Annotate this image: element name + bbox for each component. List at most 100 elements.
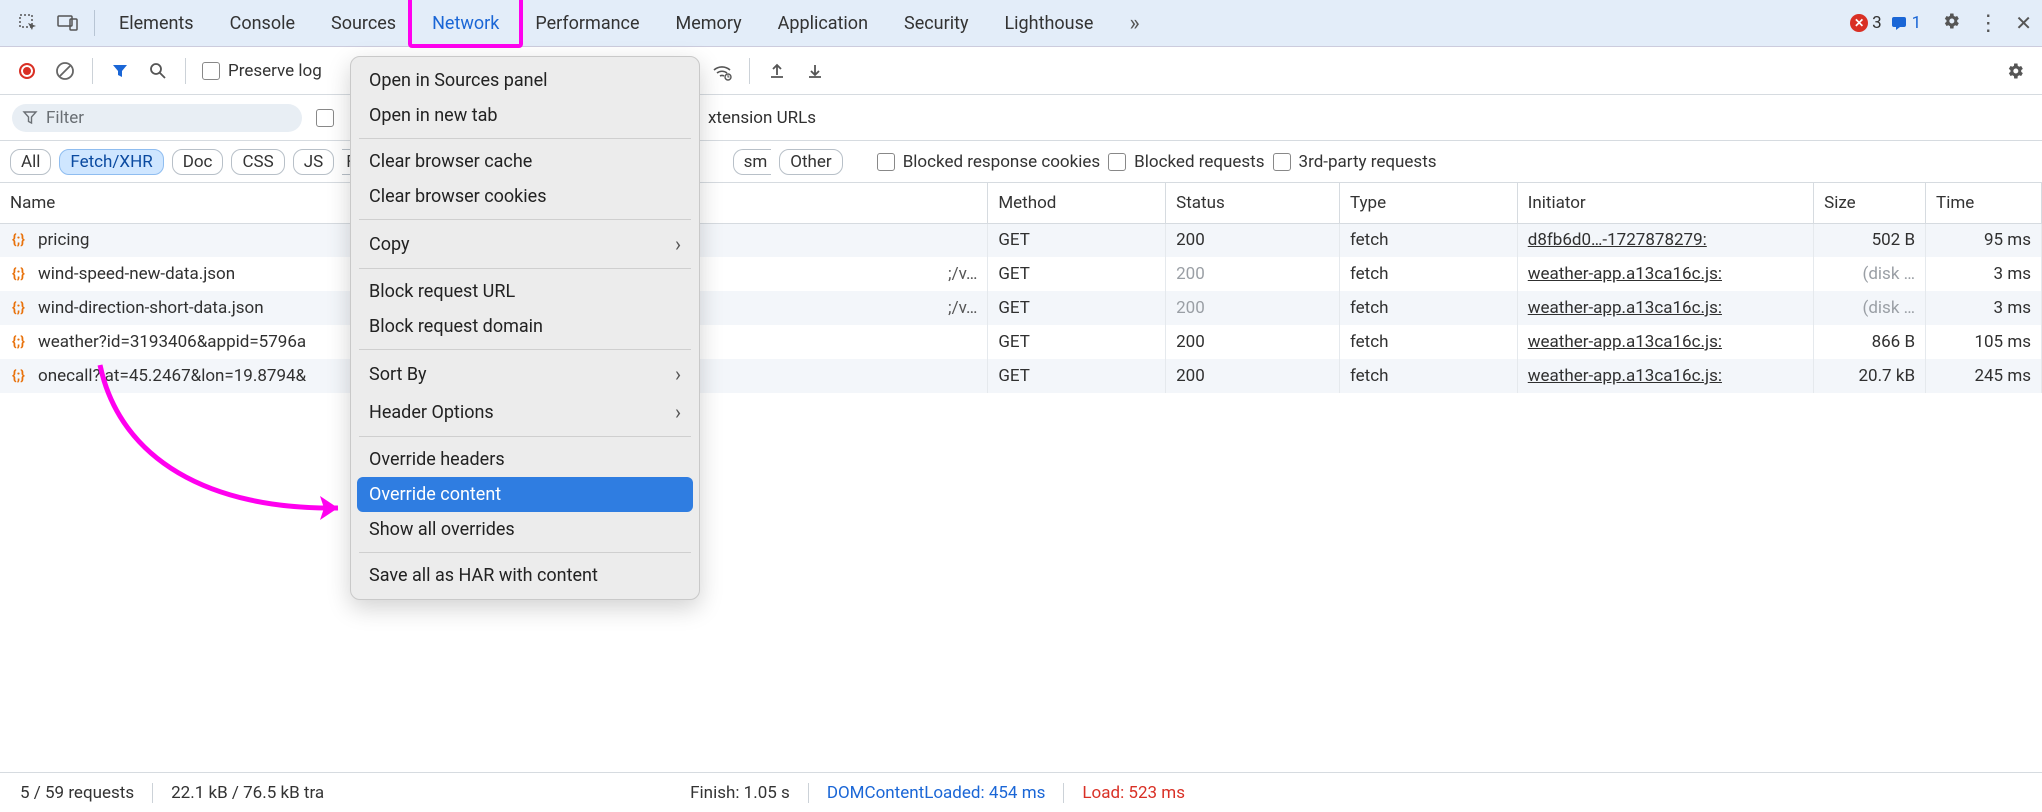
- clear-icon[interactable]: [54, 60, 76, 82]
- tab-security[interactable]: Security: [886, 0, 986, 46]
- menu-item-open-in-sources-panel[interactable]: Open in Sources panel: [351, 63, 699, 98]
- menu-separator: [359, 552, 691, 553]
- request-context-menu: Open in Sources panelOpen in new tab Clea…: [350, 56, 700, 600]
- col-method[interactable]: Method: [988, 183, 1166, 223]
- cell-method: GET: [988, 257, 1166, 291]
- cell-initiator[interactable]: weather-app.a13ca16c.js:: [1528, 264, 1722, 284]
- json-icon: {;}: [12, 266, 30, 282]
- cell-type: fetch: [1339, 223, 1517, 257]
- blocked-cookies-checkbox[interactable]: Blocked response cookies: [877, 152, 1100, 172]
- type-chip-css[interactable]: CSS: [231, 149, 284, 175]
- cell-time: 3 ms: [1926, 291, 2042, 325]
- menu-item-save-all-as-har-with-content[interactable]: Save all as HAR with content: [351, 558, 699, 593]
- network-table: Name Method Status Type Initiator Size T…: [0, 183, 2042, 393]
- inspect-icon[interactable]: [8, 0, 48, 46]
- cell-initiator[interactable]: weather-app.a13ca16c.js:: [1528, 332, 1722, 352]
- filter-input[interactable]: Filter: [12, 104, 302, 132]
- checkbox-icon: [202, 62, 220, 80]
- type-chip-other[interactable]: Other: [779, 149, 842, 175]
- kebab-menu-icon[interactable]: ⋮: [1977, 11, 1999, 36]
- cell-initiator[interactable]: weather-app.a13ca16c.js:: [1528, 298, 1722, 318]
- device-toolbar-icon[interactable]: [48, 0, 88, 46]
- menu-separator: [359, 138, 691, 139]
- request-name: onecall?lat=45.2467&lon=19.8794&: [38, 366, 306, 386]
- blocked-requests-checkbox[interactable]: Blocked requests: [1108, 152, 1264, 172]
- table-row[interactable]: {;}weather?id=3193406&appid=5796aGET200f…: [0, 325, 2042, 359]
- tab-application[interactable]: Application: [760, 0, 886, 46]
- network-conditions-icon[interactable]: [711, 60, 733, 82]
- tab-memory[interactable]: Memory: [658, 0, 760, 46]
- request-name: wind-speed-new-data.json: [38, 264, 235, 284]
- search-icon[interactable]: [147, 60, 169, 82]
- cell-time: 95 ms: [1926, 223, 2042, 257]
- preserve-log-checkbox[interactable]: Preserve log: [202, 61, 322, 81]
- col-time[interactable]: Time: [1926, 183, 2042, 223]
- cell-type: fetch: [1339, 257, 1517, 291]
- tab-lighthouse[interactable]: Lighthouse: [986, 0, 1111, 46]
- col-size[interactable]: Size: [1814, 183, 1926, 223]
- tab-elements[interactable]: Elements: [101, 0, 212, 46]
- error-badge[interactable]: ✕ 3: [1850, 13, 1882, 33]
- menu-item-header-options[interactable]: Header Options: [351, 393, 699, 431]
- menu-item-clear-browser-cookies[interactable]: Clear browser cookies: [351, 179, 699, 214]
- network-table-container: Name Method Status Type Initiator Size T…: [0, 183, 2042, 772]
- filter-toggle-icon[interactable]: [109, 60, 131, 82]
- cell-initiator[interactable]: d8fb6d0…-1727878279:: [1528, 230, 1707, 250]
- table-row[interactable]: {;}wind-direction-short-data.json;/v…GET…: [0, 291, 2042, 325]
- tab-sources[interactable]: Sources: [313, 0, 414, 46]
- menu-item-clear-browser-cache[interactable]: Clear browser cache: [351, 144, 699, 179]
- menu-item-open-in-new-tab[interactable]: Open in new tab: [351, 98, 699, 133]
- type-chip-partial-right[interactable]: sm: [733, 149, 772, 175]
- network-settings-icon[interactable]: [2004, 60, 2026, 82]
- preserve-log-label: Preserve log: [228, 61, 322, 81]
- menu-item-block-request-domain[interactable]: Block request domain: [351, 309, 699, 344]
- error-count: 3: [1872, 13, 1882, 33]
- transfer-size: 22.1 kB / 76.5 kB tra: [167, 783, 328, 803]
- cell-status: 200: [1166, 359, 1340, 393]
- cell-size: 502 B: [1814, 223, 1926, 257]
- type-chip-fetchxhr[interactable]: Fetch/XHR: [59, 149, 163, 175]
- tab-performance[interactable]: Performance: [517, 0, 657, 46]
- message-icon: [1890, 14, 1908, 32]
- table-row[interactable]: {;}onecall?lat=45.2467&lon=19.8794&GET20…: [0, 359, 2042, 393]
- type-chip-doc[interactable]: Doc: [172, 149, 224, 175]
- tabs-overflow[interactable]: »: [1111, 0, 1157, 46]
- menu-item-copy[interactable]: Copy: [351, 225, 699, 263]
- tab-network[interactable]: Network: [414, 0, 517, 46]
- table-row[interactable]: {;}pricingGET200fetchd8fb6d0…-1727878279…: [0, 223, 2042, 257]
- menu-item-sort-by[interactable]: Sort By: [351, 355, 699, 393]
- tab-console[interactable]: Console: [212, 0, 313, 46]
- settings-icon[interactable]: [1941, 11, 1961, 36]
- request-count: 5 / 59 requests: [16, 783, 138, 803]
- menu-item-block-request-url[interactable]: Block request URL: [351, 274, 699, 309]
- cell-type: fetch: [1339, 325, 1517, 359]
- record-button[interactable]: [16, 60, 38, 82]
- table-row[interactable]: {;}wind-speed-new-data.json;/v…GET200fet…: [0, 257, 2042, 291]
- request-path: ;/v…: [948, 298, 977, 318]
- upload-har-icon[interactable]: [766, 60, 788, 82]
- menu-item-override-headers[interactable]: Override headers: [351, 442, 699, 477]
- type-chip-all[interactable]: All: [10, 149, 51, 175]
- download-har-icon[interactable]: [804, 60, 826, 82]
- menu-item-override-content[interactable]: Override content: [357, 477, 693, 512]
- tabs: ElementsConsoleSourcesNetworkPerformance…: [101, 0, 1111, 46]
- invert-checkbox[interactable]: [316, 109, 334, 127]
- cell-initiator[interactable]: weather-app.a13ca16c.js:: [1528, 366, 1722, 386]
- type-chip-js[interactable]: JS: [293, 149, 334, 175]
- third-party-checkbox[interactable]: 3rd-party requests: [1273, 152, 1437, 172]
- cell-size: 20.7 kB: [1814, 359, 1926, 393]
- col-type[interactable]: Type: [1339, 183, 1517, 223]
- finish-time: Finish: 1.05 s: [686, 783, 794, 803]
- message-badge[interactable]: 1: [1890, 13, 1922, 33]
- col-initiator[interactable]: Initiator: [1517, 183, 1813, 223]
- col-status[interactable]: Status: [1166, 183, 1340, 223]
- status-bar: 5 / 59 requests 22.1 kB / 76.5 kB tra Fi…: [0, 772, 2042, 812]
- dom-loaded-time: DOMContentLoaded: 454 ms: [823, 783, 1050, 803]
- cell-type: fetch: [1339, 291, 1517, 325]
- cell-method: GET: [988, 291, 1166, 325]
- funnel-icon: [22, 110, 38, 126]
- close-icon[interactable]: ✕: [2015, 11, 2032, 35]
- menu-separator: [359, 219, 691, 220]
- menu-item-show-all-overrides[interactable]: Show all overrides: [351, 512, 699, 547]
- cell-size: (disk …: [1814, 291, 1926, 325]
